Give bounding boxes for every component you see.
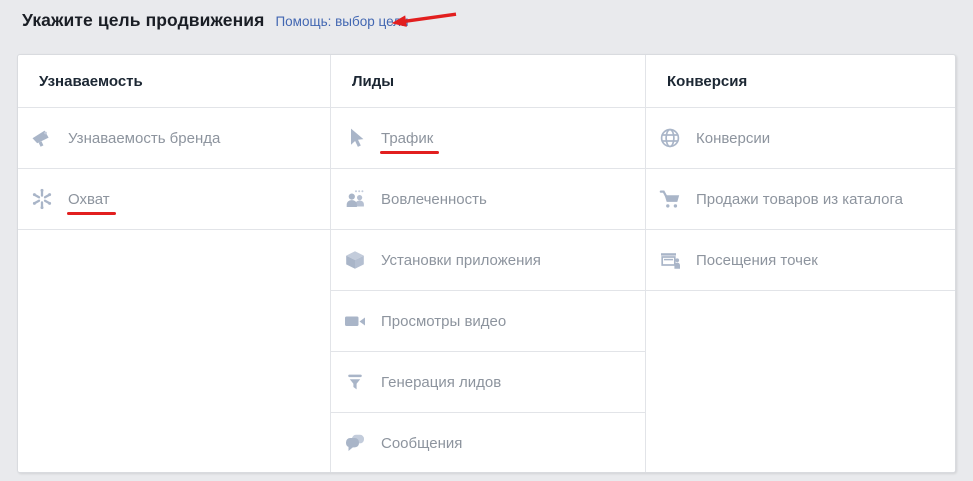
empty-cell [646, 291, 955, 473]
column-header-leads: Лиды [331, 55, 645, 108]
column-conversion: Конверсия Конверсии [646, 55, 955, 473]
topbar: Укажите цель продвижения Помощь: выбор ц… [22, 10, 409, 31]
cube-icon [343, 248, 367, 272]
objective-video-views[interactable]: Просмотры видео [331, 291, 645, 352]
video-camera-icon [343, 309, 367, 333]
objective-label: Трафик [381, 130, 433, 147]
objective-label: Конверсии [696, 130, 770, 147]
objective-label: Посещения точек [696, 252, 818, 269]
objective-brand-awareness[interactable]: Узнаваемость бренда [18, 108, 330, 169]
objective-label: Вовлеченность [381, 191, 487, 208]
objective-label: Генерация лидов [381, 374, 501, 391]
objective-lead-generation[interactable]: Генерация лидов [331, 352, 645, 413]
storefront-icon [658, 248, 682, 272]
objective-app-installs[interactable]: Установки приложения [331, 230, 645, 291]
objective-store-visits[interactable]: Посещения точек [646, 230, 955, 291]
objective-reach[interactable]: Охват [18, 169, 330, 230]
megaphone-icon [30, 126, 54, 150]
objective-label: Просмотры видео [381, 313, 506, 330]
red-arrow-icon [389, 6, 469, 32]
reach-icon [30, 187, 54, 211]
objective-engagement[interactable]: Вовлеченность [331, 169, 645, 230]
objective-traffic[interactable]: Трафик [331, 108, 645, 169]
people-icon [343, 187, 367, 211]
speech-bubbles-icon [343, 431, 367, 455]
objective-conversions[interactable]: Конверсии [646, 108, 955, 169]
objective-label: Охват [68, 191, 110, 208]
objective-label: Сообщения [381, 435, 462, 452]
shopping-cart-icon [658, 187, 682, 211]
empty-cell [18, 230, 330, 473]
objectives-table: Узнаваемость Узнаваемость бренда [17, 54, 956, 473]
objective-label: Установки приложения [381, 252, 541, 269]
objective-catalog-sales[interactable]: Продажи товаров из каталога [646, 169, 955, 230]
column-header-awareness: Узнаваемость [18, 55, 330, 108]
objective-messages[interactable]: Сообщения [331, 413, 645, 473]
funnel-icon [343, 370, 367, 394]
page-title: Укажите цель продвижения [22, 10, 264, 31]
globe-icon [658, 126, 682, 150]
objective-label: Продажи товаров из каталога [696, 191, 903, 208]
cursor-icon [343, 126, 367, 150]
column-leads: Лиды Трафик Вовлече [331, 55, 646, 473]
column-awareness: Узнаваемость Узнаваемость бренда [18, 55, 331, 473]
objective-label: Узнаваемость бренда [68, 130, 220, 147]
column-header-conversion: Конверсия [646, 55, 955, 108]
